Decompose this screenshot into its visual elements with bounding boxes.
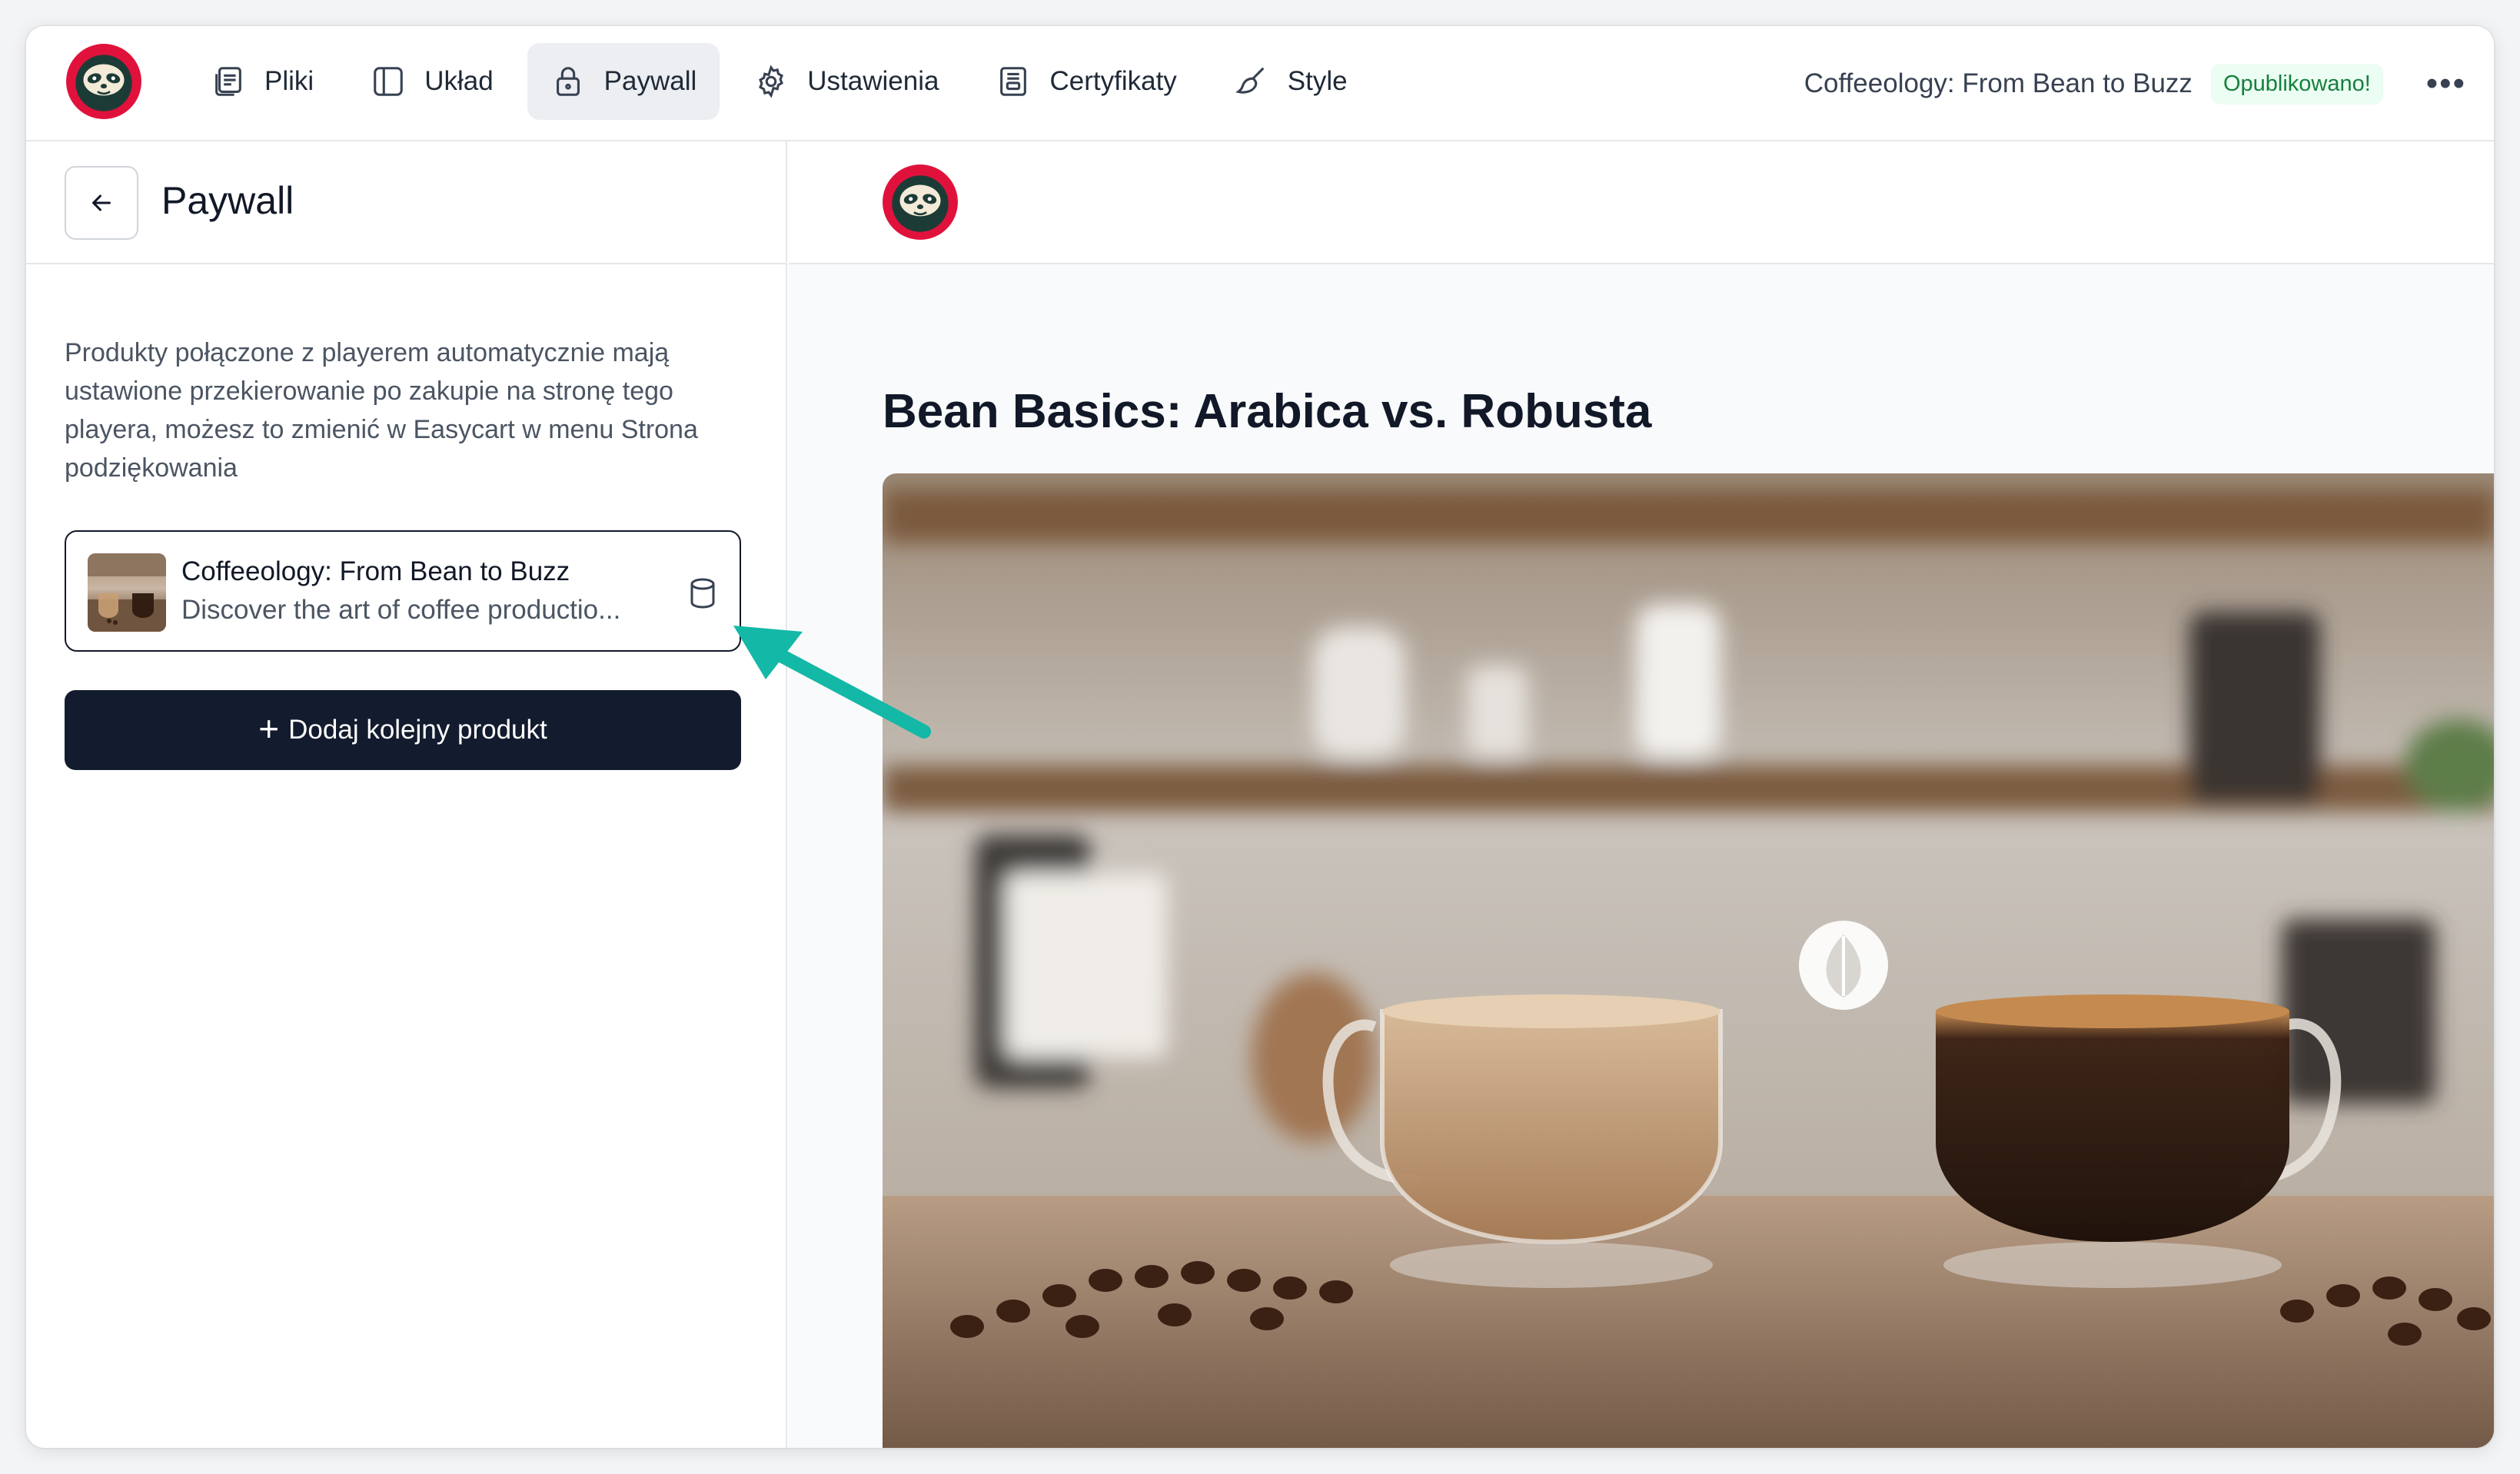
player-preview: Bean Basics: Arabica vs. Robusta — [789, 141, 2494, 1448]
product-card[interactable]: Coffeeology: From Bean to Buzz Discover … — [65, 530, 741, 652]
preview-header — [789, 141, 2494, 264]
nav-item-paywall[interactable]: Paywall — [527, 43, 720, 120]
files-icon — [215, 67, 241, 96]
paywall-sidebar: Paywall Produkty połączone z playerem au… — [26, 141, 787, 1448]
sloth-logo-icon[interactable] — [65, 42, 143, 121]
status-badge: Opublikowano! — [2210, 63, 2383, 105]
lesson-hero-image — [883, 473, 2494, 1448]
nav-item-style[interactable]: Style — [1211, 43, 1371, 120]
paywall-description: Produkty połączone z playerem automatycz… — [65, 338, 698, 483]
arrow-left-icon — [92, 194, 111, 211]
nav-label-ustawienia: Ustawienia — [807, 66, 939, 96]
nav-label-paywall: Paywall — [603, 66, 697, 96]
sloth-logo-icon — [883, 164, 958, 240]
layout-icon — [374, 67, 403, 96]
sidebar-header: Paywall — [26, 141, 786, 264]
add-product-label: Dodaj kolejny produkt — [288, 715, 547, 745]
nav-item-pliki[interactable]: Pliki — [188, 43, 337, 120]
product-name: Coffeeology: From Bean to Buzz — [181, 556, 570, 586]
top-bar: Pliki Układ Paywall Ustawienia Certyfika… — [26, 26, 2494, 141]
nav-item-certyfikaty[interactable]: Certyfikaty — [972, 43, 1199, 120]
plus-icon: + — [258, 709, 280, 749]
course-header: Coffeeology: From Bean to Buzz Opublikow… — [1804, 26, 2466, 141]
app-window: Pliki Układ Paywall Ustawienia Certyfika… — [26, 26, 2494, 1448]
nav-item-ustawienia[interactable]: Ustawienia — [730, 43, 962, 120]
nav-label-pliki: Pliki — [264, 66, 314, 96]
gear-icon — [759, 65, 784, 98]
sidebar-title: Paywall — [161, 179, 294, 222]
more-options-icon[interactable]: ••• — [2426, 67, 2466, 101]
nav-item-uklad[interactable]: Układ — [347, 43, 516, 120]
product-description: Discover the art of coffee productio... — [181, 595, 621, 625]
brush-icon — [1235, 67, 1265, 94]
main-nav: Pliki Układ Paywall Ustawienia Certyfika… — [188, 41, 1381, 121]
add-product-button[interactable]: + Dodaj kolejny produkt — [65, 690, 741, 770]
nav-label-uklad: Układ — [424, 66, 494, 96]
nav-label-certyfikaty: Certyfikaty — [1049, 66, 1177, 96]
course-title: Coffeeology: From Bean to Buzz — [1804, 68, 2193, 98]
product-thumbnail — [88, 553, 166, 632]
annotation-arrow-icon — [733, 626, 931, 739]
certificate-icon — [1000, 67, 1027, 96]
lesson-title: Bean Basics: Arabica vs. Robusta — [883, 385, 1652, 438]
back-button[interactable] — [65, 166, 138, 240]
nav-label-style: Style — [1287, 66, 1348, 96]
lock-icon — [556, 67, 580, 96]
